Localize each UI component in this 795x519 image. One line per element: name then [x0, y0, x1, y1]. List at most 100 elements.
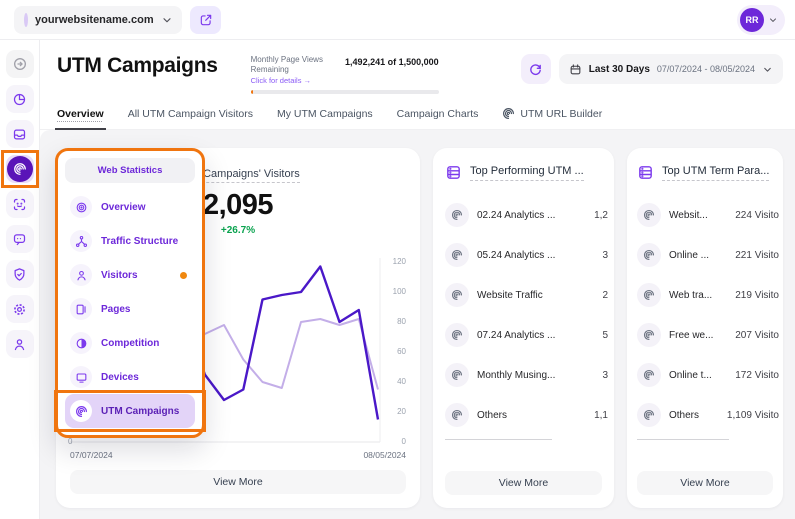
list-item[interactable]: Websit...224 Visito: [637, 195, 773, 235]
tab-bar: Overview All UTM Campaign Visitors My UT…: [40, 94, 795, 130]
list-item[interactable]: Website Traffic2: [445, 275, 602, 315]
utm-spiral-icon: [451, 249, 463, 261]
sidebar-item-analytics[interactable]: [6, 85, 34, 113]
utm-spiral-icon: [451, 409, 463, 421]
divider: [637, 439, 729, 440]
monitor-icon: [75, 371, 88, 384]
utm-spiral-icon: [75, 405, 88, 418]
utm-campaign-list: 02.24 Analytics ...1,2 05.24 Analytics .…: [445, 195, 602, 440]
list-item[interactable]: Others1,109 Visito: [637, 395, 773, 435]
tab-campaign-charts[interactable]: Campaign Charts: [397, 107, 479, 129]
sidebar-item-inbox[interactable]: [6, 120, 34, 148]
tab-overview[interactable]: Overview: [57, 107, 104, 129]
server-list-icon: [637, 164, 654, 181]
list-item[interactable]: Online ...221 Visito: [637, 235, 773, 275]
pageviews-quota: Monthly Page Views Remaining Click for d…: [251, 55, 439, 94]
sidebar-item-privacy[interactable]: [6, 260, 34, 288]
list-item[interactable]: Online t...172 Visito: [637, 355, 773, 395]
utm-spiral-icon: [451, 369, 463, 381]
topbar: yourwebsitename.com RR: [0, 0, 795, 40]
panel-title: Top Performing UTM ...: [470, 165, 584, 181]
account-menu[interactable]: RR: [737, 5, 785, 35]
menu-item-pages[interactable]: Pages: [65, 292, 195, 326]
web-statistics-menu: Web Statistics Overview Traffic Structur…: [55, 148, 205, 438]
tab-all-utm-campaign-visitors[interactable]: All UTM Campaign Visitors: [128, 107, 253, 129]
list-item[interactable]: Free we...207 Visito: [637, 315, 773, 355]
utm-spiral-icon: [451, 289, 463, 301]
view-more-button[interactable]: View More: [70, 470, 406, 494]
pageviews-details-link[interactable]: Click for details →: [251, 76, 337, 85]
tab-my-utm-campaigns[interactable]: My UTM Campaigns: [277, 107, 373, 129]
menu-item-overview[interactable]: Overview: [65, 190, 195, 224]
pie-chart-icon: [12, 92, 27, 107]
utm-spiral-icon: [643, 249, 655, 261]
list-item[interactable]: 02.24 Analytics ...1,2: [445, 195, 602, 235]
utm-spiral-icon: [643, 409, 655, 421]
utm-spiral-icon: [502, 107, 515, 120]
panel-title: Top UTM Term Para...: [662, 165, 769, 181]
menu-item-competition[interactable]: Competition: [65, 326, 195, 360]
chevron-down-icon: [768, 15, 778, 25]
pageviews-value: 1,492,241 of 1,500,000: [345, 57, 439, 67]
refresh-button[interactable]: [521, 54, 551, 84]
menu-item-traffic-structure[interactable]: Traffic Structure: [65, 224, 195, 258]
notification-dot: [180, 272, 187, 279]
sidebar-item-utm-campaigns[interactable]: [6, 155, 34, 183]
sitemap-icon: [75, 235, 88, 248]
sidebar-item-account[interactable]: [6, 330, 34, 358]
view-more-button[interactable]: View More: [637, 471, 773, 495]
sidebar-item-collapse[interactable]: [6, 50, 34, 78]
shield-check-icon: [12, 267, 27, 282]
chevron-down-icon: [762, 64, 773, 75]
list-item[interactable]: 05.24 Analytics ...3: [445, 235, 602, 275]
menu-item-utm-campaigns[interactable]: UTM Campaigns: [65, 394, 195, 428]
list-item[interactable]: 07.24 Analytics ...5: [445, 315, 602, 355]
calendar-icon: [569, 63, 582, 76]
y-axis-left-zero: 0: [68, 437, 72, 446]
utm-spiral-icon: [451, 209, 463, 221]
date-range-value: 07/07/2024 - 08/05/2024: [657, 64, 755, 74]
utm-spiral-icon: [13, 162, 27, 176]
avatar: RR: [740, 8, 764, 32]
chat-icon: [12, 232, 27, 247]
sidebar-item-audience[interactable]: [6, 190, 34, 218]
external-link-icon: [199, 13, 213, 27]
pageviews-label: Monthly Page Views Remaining: [251, 55, 337, 75]
view-more-button[interactable]: View More: [445, 471, 602, 495]
date-range-picker[interactable]: Last 30 Days 07/07/2024 - 08/05/2024: [559, 54, 783, 84]
sidebar-rail: [0, 40, 40, 519]
tab-utm-url-builder[interactable]: UTM URL Builder: [502, 107, 602, 129]
site-favicon: [24, 13, 28, 27]
x-axis-end-date: 08/05/2024: [363, 450, 406, 460]
sidebar-item-messages[interactable]: [6, 225, 34, 253]
inbox-icon: [12, 127, 27, 142]
menu-header: Web Statistics: [65, 158, 195, 183]
utm-spiral-icon: [451, 329, 463, 341]
x-axis-start-date: 07/07/2024: [70, 450, 113, 460]
sidebar-item-settings[interactable]: [6, 295, 34, 323]
top-performing-utm-card: Top Performing UTM ... 02.24 Analytics .…: [433, 148, 614, 508]
collapse-sidebar-icon: [12, 56, 28, 72]
menu-item-visitors[interactable]: Visitors: [65, 258, 195, 292]
list-item[interactable]: Others1,1: [445, 395, 602, 435]
user-icon: [75, 269, 88, 282]
list-item[interactable]: Monthly Musing...3: [445, 355, 602, 395]
page-title: UTM Campaigns: [57, 54, 218, 78]
gear-icon: [12, 302, 27, 317]
site-selector[interactable]: yourwebsitename.com: [14, 6, 182, 34]
chevron-down-icon: [161, 14, 173, 26]
share-button[interactable]: [190, 6, 221, 34]
menu-item-devices[interactable]: Devices: [65, 360, 195, 394]
utm-term-list: Websit...224 Visito Online ...221 Visito…: [637, 195, 773, 440]
utm-spiral-icon: [643, 369, 655, 381]
utm-spiral-icon: [643, 209, 655, 221]
chart-y-axis-right: 020406080100120: [386, 258, 406, 448]
list-item[interactable]: Web tra...219 Visito: [637, 275, 773, 315]
scan-face-icon: [12, 197, 27, 212]
site-name: yourwebsitename.com: [35, 14, 154, 26]
user-icon: [12, 337, 27, 352]
server-list-icon: [445, 164, 462, 181]
date-range-label: Last 30 Days: [589, 64, 650, 75]
target-icon: [75, 201, 88, 214]
pages-icon: [75, 303, 88, 316]
